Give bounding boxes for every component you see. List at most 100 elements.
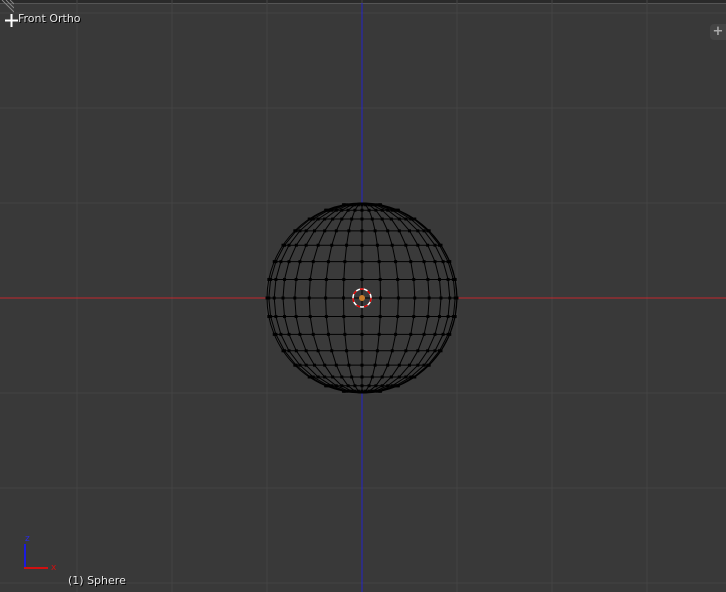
sphere-vertex	[390, 208, 394, 212]
sphere-vertex	[416, 243, 420, 247]
sphere-vertex	[323, 375, 327, 379]
sphere-vertex	[397, 217, 401, 221]
sphere-vertex	[347, 363, 351, 367]
sphere-vertex	[304, 243, 308, 247]
sphere-vertex	[311, 260, 315, 264]
sphere-vertex	[367, 208, 371, 212]
sphere-vertex	[316, 349, 320, 353]
sphere-vertex	[350, 389, 354, 393]
sphere-vertex	[441, 332, 445, 336]
sphere-vertex	[404, 375, 408, 379]
sphere-vertex	[298, 229, 302, 233]
sphere-vertex	[380, 375, 384, 379]
sphere-vertex	[370, 203, 374, 207]
sphere-vertex	[360, 243, 364, 247]
sphere-vertex	[386, 363, 390, 367]
sphere-vertex	[294, 315, 298, 319]
sphere-vertex	[298, 332, 302, 336]
sphere-vertex	[360, 363, 364, 367]
sphere-vertex	[347, 229, 351, 233]
sphere-vertex	[311, 375, 315, 379]
sphere-vertex	[340, 217, 344, 221]
sphere-vertex	[360, 389, 364, 393]
3d-viewport[interactable]: zx Front Ortho (1) Sphere +	[0, 0, 726, 592]
sphere-vertex	[343, 332, 347, 336]
sphere-vertex	[287, 243, 291, 247]
sphere-vertex	[367, 203, 371, 207]
sphere-vertex	[413, 296, 417, 300]
sphere-vertex	[272, 260, 276, 264]
sphere-vertex	[373, 203, 377, 207]
gizmo-x-label: x	[51, 563, 57, 573]
sphere-vertex	[378, 277, 382, 281]
sphere-vertex	[379, 296, 383, 300]
sphere-vertex	[433, 332, 437, 336]
sphere-vertex	[304, 349, 308, 353]
sphere-vertex	[313, 229, 316, 233]
sphere-vertex	[350, 217, 354, 221]
sphere-vertex	[446, 277, 450, 281]
sphere-vertex	[360, 332, 364, 336]
sphere-vertex	[374, 384, 378, 388]
sphere-vertex	[353, 208, 357, 212]
sphere-vertex	[380, 384, 384, 388]
sphere-vertex	[389, 217, 393, 221]
view-name-label: Front Ortho	[18, 12, 81, 25]
sphere-vertex	[340, 208, 344, 212]
sphere-vertex	[293, 296, 297, 300]
sphere-vertex	[334, 229, 338, 233]
sphere-vertex	[360, 217, 364, 221]
sphere-vertex	[394, 260, 398, 264]
sphere-vertex	[412, 217, 416, 221]
sphere-vertex	[373, 229, 377, 233]
sphere-vertex	[360, 277, 364, 281]
crosshair-icon	[5, 14, 18, 27]
sphere-vertex	[279, 260, 283, 264]
sphere-vertex	[380, 208, 384, 212]
active-object-label: (1) Sphere	[68, 574, 126, 587]
area-split-handle[interactable]	[0, 0, 14, 14]
sphere-vertex	[380, 217, 384, 221]
sphere-vertex	[323, 229, 327, 233]
sphere-vertex	[330, 208, 334, 212]
sphere-vertex	[316, 375, 320, 379]
sphere-vertex	[293, 363, 297, 367]
sphere-vertex	[408, 363, 411, 367]
sphere-vertex	[353, 389, 357, 393]
sphere-vertex	[416, 363, 420, 367]
sphere-vertex	[426, 363, 430, 367]
toolshelf-toggle-button[interactable]: +	[710, 24, 726, 40]
sphere-vertex	[307, 296, 311, 300]
object-origin	[359, 295, 365, 301]
sphere-vertex	[360, 203, 364, 207]
sphere-vertex	[345, 243, 349, 247]
sphere-vertex	[396, 315, 400, 319]
sphere-vertex	[437, 349, 441, 353]
sphere-vertex	[324, 296, 328, 300]
sphere-vertex	[346, 384, 350, 388]
sphere-vertex	[441, 260, 445, 264]
sphere-vertex	[422, 332, 426, 336]
sphere-vertex	[439, 296, 443, 300]
sphere-vertex	[272, 296, 276, 300]
sphere-vertex	[287, 332, 291, 336]
sphere-vertex	[293, 229, 297, 233]
sphere-vertex	[334, 384, 338, 388]
sphere-vertex	[360, 315, 364, 319]
sphere-vertex	[353, 384, 357, 388]
sphere-vertex	[370, 217, 374, 221]
sphere-vertex	[370, 375, 374, 379]
sphere-vertex	[341, 203, 345, 207]
sphere-vertex	[343, 260, 347, 264]
sphere-vertex	[307, 217, 311, 221]
sphere-vertex	[386, 208, 390, 212]
sphere-vertex	[426, 349, 430, 353]
sphere-vertex	[412, 315, 416, 319]
sphere-vertex	[313, 363, 316, 367]
sphere-vertex	[397, 363, 401, 367]
sphere-vertex	[341, 296, 345, 300]
sphere-vertex	[324, 315, 328, 319]
sphere-vertex	[409, 332, 413, 336]
sphere-vertex	[308, 315, 312, 319]
sphere-vertex	[360, 349, 364, 353]
